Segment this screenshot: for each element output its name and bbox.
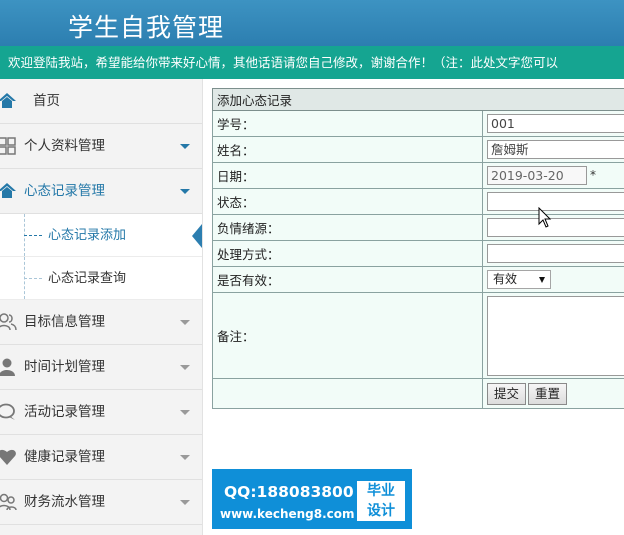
chevron-down-icon <box>180 500 190 505</box>
users-icon <box>0 313 17 331</box>
form-row: 处理方式： <box>212 240 624 267</box>
sidebar-item-activity[interactable]: 活动记录管理 <box>0 390 202 435</box>
reset-button[interactable]: 重置 <box>528 382 568 405</box>
form-row: 日期： 2019-03-20 * <box>212 162 624 189</box>
form-row: 是否有效： 有效 <box>212 266 624 293</box>
form-caption: 添加心态记录 <box>212 88 624 111</box>
chevron-down-icon <box>180 144 190 149</box>
status-input[interactable] <box>487 192 624 211</box>
user-group-icon <box>0 493 17 511</box>
active-pointer-icon <box>192 224 202 248</box>
sidebar-item-label: 目标信息管理 <box>24 314 105 330</box>
badge-qq: QQ:188083800 <box>224 483 354 501</box>
emotion-source-label: 负情绪源： <box>212 214 483 241</box>
badge-tag-line: 毕业 <box>367 483 395 499</box>
form-row: 备注： <box>212 292 624 379</box>
grid-icon <box>0 137 16 155</box>
form-cell <box>482 214 624 241</box>
date-input[interactable]: 2019-03-20 <box>487 166 587 185</box>
form-row: 负情绪源： <box>212 214 624 241</box>
submit-button[interactable]: 提交 <box>487 382 527 405</box>
mouse-cursor-icon <box>538 207 552 228</box>
chevron-down-icon <box>180 410 190 415</box>
student-id-label: 学号： <box>212 110 483 137</box>
required-mark: * <box>590 168 596 182</box>
form-cell: 有效 <box>482 266 624 293</box>
badge-tag-line: 设计 <box>367 503 395 519</box>
sidebar-item-health[interactable]: 健康记录管理 <box>0 435 202 480</box>
valid-select[interactable]: 有效 <box>487 270 551 289</box>
watermark-badge: QQ:188083800 www.kecheng8.com 毕业 设计 <box>212 469 412 529</box>
form-row: 姓名： 詹姆斯 <box>212 136 624 163</box>
remark-textarea[interactable] <box>487 296 624 376</box>
badge-tag: 毕业 设计 <box>357 481 405 521</box>
sidebar-item-label: 活动记录管理 <box>24 404 105 420</box>
student-id-input[interactable]: 001 <box>487 114 624 133</box>
handling-method-input[interactable] <box>487 244 624 263</box>
chevron-down-icon <box>180 455 190 460</box>
tree-branch <box>24 235 42 236</box>
main-content: 添加心态记录 学号： 001 姓名： 詹姆斯 日期： 2019-03-20 * 状… <box>212 88 624 409</box>
marquee-text: 欢迎登陆我站，希望能给你带来好心情，其他话语请您自己修改，谢谢合作！（注：此处文… <box>8 55 559 70</box>
form-cell: 2019-03-20 * <box>482 162 624 189</box>
chevron-down-icon <box>180 365 190 370</box>
badge-site: www.kecheng8.com <box>220 507 355 521</box>
remark-label: 备注： <box>212 292 483 379</box>
valid-select-value: 有效 <box>493 272 518 286</box>
form-row: 学号： 001 <box>212 110 624 137</box>
empty-cell <box>212 378 483 409</box>
heart-icon <box>0 449 16 465</box>
home-icon <box>0 93 16 108</box>
sidebar: 首页 个人资料管理 心态记录管理 心态记录添加 心态记录查询 目标信息管理 时间… <box>0 79 203 535</box>
sidebar-item-time-plan[interactable]: 时间计划管理 <box>0 345 202 390</box>
sidebar-subitem-label: 心态记录查询 <box>48 271 127 286</box>
tree-branch <box>24 278 42 279</box>
sidebar-subitem-label: 心态记录添加 <box>48 228 127 243</box>
sidebar-item-label: 健康记录管理 <box>24 449 105 465</box>
sidebar-item-mood[interactable]: 心态记录管理 <box>0 169 202 214</box>
dropdown-arrow-icon <box>539 277 545 283</box>
form-caption-row: 添加心态记录 <box>212 88 624 111</box>
sidebar-item-label: 财务流水管理 <box>24 494 105 510</box>
chevron-down-icon <box>180 320 190 325</box>
sidebar-item-label: 首页 <box>33 93 60 109</box>
sidebar-item-label: 时间计划管理 <box>24 359 105 375</box>
welcome-marquee: 欢迎登陆我站，希望能给你带来好心情，其他话语请您自己修改，谢谢合作！（注：此处文… <box>0 46 624 79</box>
add-mood-form: 添加心态记录 学号： 001 姓名： 詹姆斯 日期： 2019-03-20 * 状… <box>212 88 624 409</box>
sidebar-item-label: 个人资料管理 <box>24 138 105 154</box>
sidebar-item-label: 心态记录管理 <box>24 183 105 199</box>
sidebar-item-profile[interactable]: 个人资料管理 <box>0 124 202 169</box>
form-cell: 001 <box>482 110 624 137</box>
form-cell <box>482 240 624 267</box>
emotion-source-input[interactable] <box>487 218 624 237</box>
form-row: 状态： <box>212 188 624 215</box>
name-label: 姓名： <box>212 136 483 163</box>
form-row: 提交 重置 <box>212 378 624 409</box>
chevron-down-icon <box>180 189 190 194</box>
form-cell <box>482 188 624 215</box>
site-title: 学生自我管理 <box>68 13 225 42</box>
form-cell: 提交 重置 <box>482 378 624 409</box>
sidebar-item-home[interactable]: 首页 <box>0 79 202 124</box>
user-icon <box>0 358 15 376</box>
status-label: 状态： <box>212 188 483 215</box>
form-cell: 詹姆斯 <box>482 136 624 163</box>
name-input[interactable]: 詹姆斯 <box>487 140 624 159</box>
sidebar-subitem-mood-add[interactable]: 心态记录添加 <box>0 214 202 257</box>
header: 学生自我管理 <box>0 0 624 46</box>
sidebar-subitem-mood-query[interactable]: 心态记录查询 <box>0 257 202 300</box>
sidebar-item-finance[interactable]: 财务流水管理 <box>0 480 202 525</box>
home-icon <box>0 183 16 198</box>
chat-icon <box>0 403 15 420</box>
sidebar-item-goals[interactable]: 目标信息管理 <box>0 300 202 345</box>
date-label: 日期： <box>212 162 483 189</box>
form-cell <box>482 292 624 379</box>
valid-label: 是否有效： <box>212 266 483 293</box>
handling-method-label: 处理方式： <box>212 240 483 267</box>
